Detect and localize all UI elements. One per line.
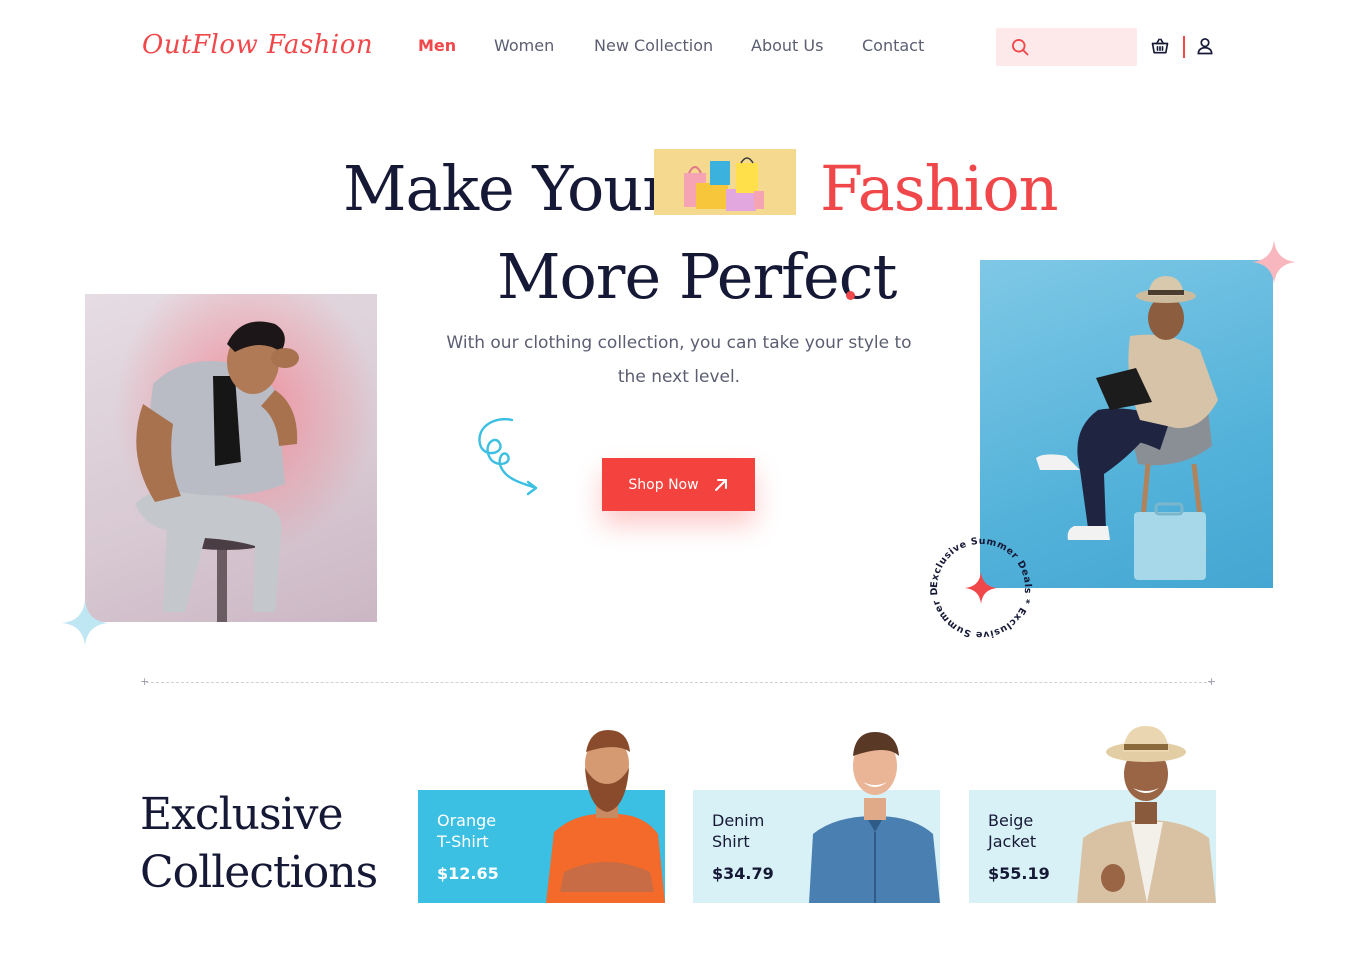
shop-now-label: Shop Now [628,476,699,493]
collections-title-line1: Exclusive [140,789,344,840]
collections-title-line2: Collections [140,847,378,898]
user-icon[interactable] [1195,36,1215,56]
model-orange-tshirt [546,730,665,903]
header-divider [1183,36,1185,58]
search-box[interactable] [996,28,1137,66]
nav-item-contact[interactable]: Contact [862,36,924,55]
search-input[interactable] [1036,34,1131,60]
nav-item-men[interactable]: Men [418,36,456,55]
product-price: $55.19 [988,864,1050,883]
basket-icon[interactable] [1150,36,1170,56]
product-name: Beige Jacket [988,811,1037,851]
product-card-beige-jacket[interactable]: Beige Jacket $55.19 [969,726,1216,903]
product-price: $34.79 [712,864,774,883]
product-card-denim-shirt[interactable]: Denim Shirt $34.79 [693,732,940,903]
hero-title-line2: More Perfect [497,240,897,313]
sparkle-blue-icon [62,600,108,646]
product-name: Orange T-Shirt [437,811,497,851]
collections-title: Exclusive Collections [140,786,378,902]
sparkle-pink-icon [1252,240,1296,284]
product-name: Denim Shirt [712,811,765,851]
product-price: $12.65 [437,864,499,883]
divider-plus-right: + [1207,675,1217,688]
product-card-orange-tshirt[interactable]: Orange T-Shirt $12.65 [418,730,665,903]
shop-now-button[interactable]: Shop Now [602,458,755,511]
exclusive-summer-deals-badge: Exclusive Summer Deals * Exclusive Summe… [925,532,1032,640]
nav-item-women[interactable]: Women [494,36,554,55]
hero-subtitle: With our clothing collection, you can ta… [446,333,912,387]
nav-item-new-collection[interactable]: New Collection [594,36,713,55]
search-icon[interactable] [1010,37,1030,57]
hero-photo-left [85,294,377,622]
sparkle-red-icon [965,572,997,604]
swirl-arrow-icon [478,417,538,496]
hero-title-accent: Fashion [820,152,1059,225]
hero-title-line1: Make Your Fashion [0,149,1358,232]
nav-item-about-us[interactable]: About Us [751,36,823,55]
shopping-bags-image [654,149,796,215]
section-divider [146,682,1212,683]
title-dot [846,291,855,300]
hero-title-part1: Make Your [343,152,672,225]
arrow-up-right-icon [714,478,727,491]
